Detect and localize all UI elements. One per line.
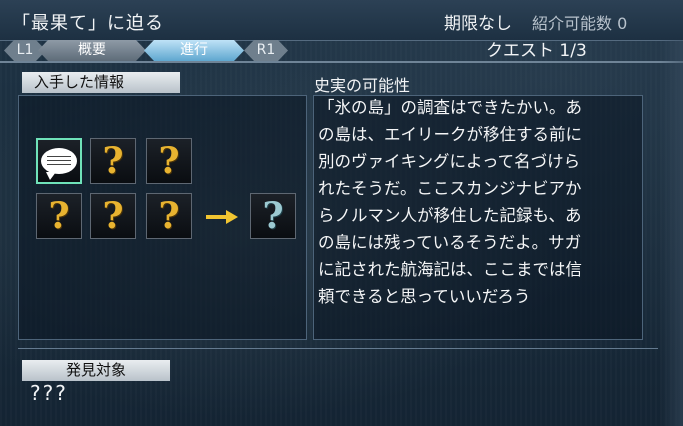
speech-bubble-icon	[41, 148, 77, 180]
history-line: に記された航海記は、ここまでは信	[318, 260, 582, 279]
tab-overview[interactable]: 概要	[38, 40, 146, 61]
history-title: 史実の可能性	[314, 76, 411, 95]
title-bar: 「最果て」に迫る 期限なし 紹介可能数 0	[0, 0, 683, 41]
history-line: の島は、エイリークが移住する前に	[318, 125, 582, 144]
history-body: 「氷の島」の調査はできたかい。あ の島は、エイリークが移住する前に 別のヴァイキ…	[318, 94, 642, 310]
section-divider	[18, 348, 658, 349]
history-line: らノルマン人が移住した記録も、あ	[318, 206, 582, 225]
tab-r1-button[interactable]: R1	[244, 40, 288, 61]
question-mark-icon: ?	[158, 195, 180, 237]
result-item-unknown[interactable]: ?	[250, 193, 296, 239]
info-item-unknown[interactable]: ?	[90, 138, 136, 184]
quest-count: クエスト 1/3	[486, 41, 587, 61]
info-item-unknown[interactable]: ?	[146, 193, 192, 239]
tab-bar: L1 概要 進行 R1	[0, 40, 300, 62]
info-item-unknown[interactable]: ?	[36, 193, 82, 239]
question-mark-icon: ?	[158, 140, 180, 182]
target-value: ???	[30, 381, 68, 405]
question-mark-icon: ?	[262, 195, 284, 237]
info-item-unknown[interactable]: ?	[90, 193, 136, 239]
history-line: 「氷の島」の調査はできたかい。あ	[318, 98, 582, 117]
history-line: の島には残っているそうだよ。サガ	[318, 233, 582, 252]
right-edge-shade	[660, 40, 683, 426]
tab-underline	[0, 61, 683, 63]
question-mark-icon: ?	[48, 195, 70, 237]
question-mark-icon: ?	[102, 195, 124, 237]
target-section-header: 発見対象	[22, 360, 170, 381]
history-line: れたそうだ。ここスカンジナビアか	[318, 179, 582, 198]
info-section-header: 入手した情報	[22, 72, 180, 93]
info-item-unknown[interactable]: ?	[146, 138, 192, 184]
right-arrow-icon	[206, 210, 238, 224]
info-item-letter[interactable]	[36, 138, 82, 184]
history-line: 頼できると思っていいだろう	[318, 287, 531, 306]
deadline-text: 期限なし	[444, 14, 512, 34]
history-line: 別のヴァイキングによって名づけら	[318, 152, 581, 171]
quest-title: 「最果て」に迫る	[12, 13, 164, 34]
introduce-count: 紹介可能数 0	[532, 14, 628, 33]
question-mark-icon: ?	[102, 140, 124, 182]
tab-progress[interactable]: 進行	[144, 40, 244, 61]
